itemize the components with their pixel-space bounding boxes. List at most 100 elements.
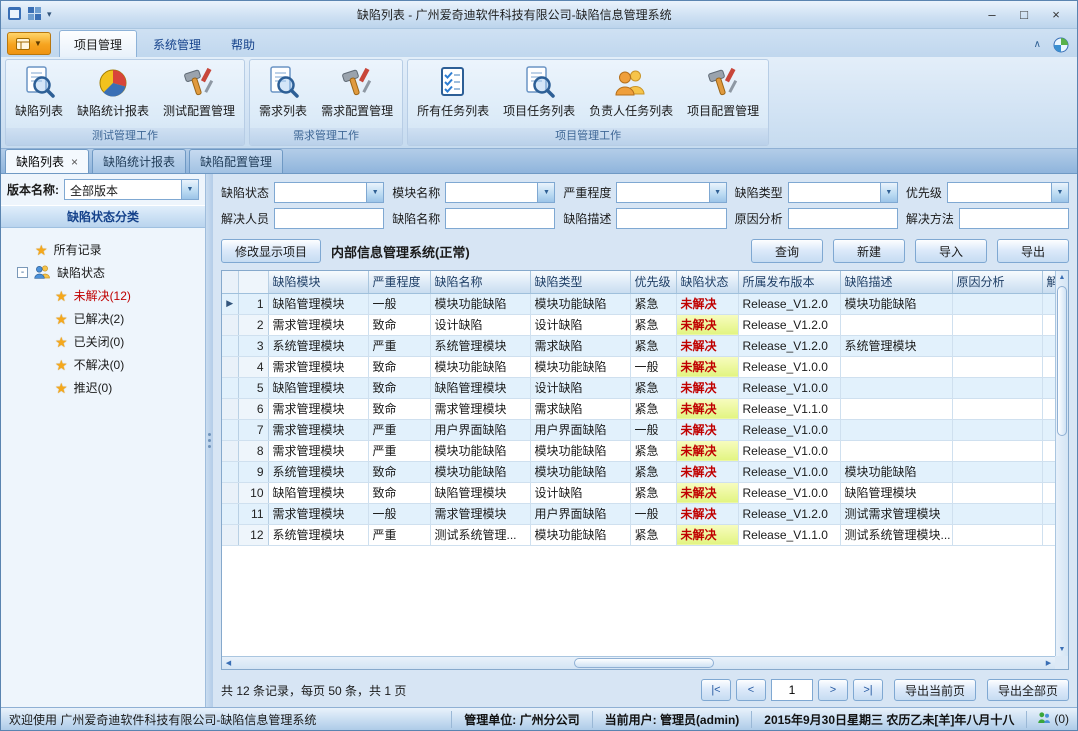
query-button[interactable]: 查询: [751, 239, 823, 263]
requirement-config-management-button[interactable]: 需求配置管理: [315, 62, 399, 128]
cell-priority[interactable]: 紧急: [630, 461, 676, 482]
cell-type[interactable]: 用户界面缺陷: [530, 503, 630, 524]
cell-type[interactable]: 模块功能缺陷: [530, 356, 630, 377]
cell-cause[interactable]: [952, 503, 1042, 524]
cell-cause[interactable]: [952, 314, 1042, 335]
test-config-management-button[interactable]: 测试配置管理: [157, 62, 241, 128]
cell-severity[interactable]: 致命: [368, 482, 430, 503]
cell-status[interactable]: 未解决: [676, 293, 738, 314]
import-button[interactable]: 导入: [915, 239, 987, 263]
cell-solution[interactable]: [1042, 293, 1055, 314]
cell-status[interactable]: 未解决: [676, 335, 738, 356]
cell-type[interactable]: 模块功能缺陷: [530, 293, 630, 314]
close-button[interactable]: ×: [1041, 5, 1071, 25]
ribbon-tab-system-management[interactable]: 系统管理: [139, 31, 215, 57]
cell-module[interactable]: 系统管理模块: [268, 335, 368, 356]
cell-module[interactable]: 系统管理模块: [268, 461, 368, 482]
cell-description[interactable]: [840, 440, 952, 461]
cell-name[interactable]: 设计缺陷: [430, 314, 530, 335]
table-row[interactable]: 11需求管理模块一般需求管理模块用户界面缺陷一般未解决Release_V1.2.…: [222, 503, 1055, 524]
scroll-left-icon[interactable]: ◀: [222, 657, 235, 669]
table-row[interactable]: 9系统管理模块致命模块功能缺陷模块功能缺陷紧急未解决Release_V1.0.0…: [222, 461, 1055, 482]
cell-priority[interactable]: 紧急: [630, 440, 676, 461]
cell-severity[interactable]: 致命: [368, 314, 430, 335]
defect-status-filter-select[interactable]: ▼: [274, 182, 384, 203]
cell-severity[interactable]: 严重: [368, 440, 430, 461]
table-row[interactable]: 12系统管理模块严重测试系统管理...模块功能缺陷紧急未解决Release_V1…: [222, 524, 1055, 545]
next-page-button[interactable]: >: [818, 679, 848, 701]
cell-type[interactable]: 模块功能缺陷: [530, 440, 630, 461]
cell-solution[interactable]: [1042, 377, 1055, 398]
chevron-down-icon[interactable]: ▼: [537, 183, 554, 202]
cell-type[interactable]: 设计缺陷: [530, 377, 630, 398]
chevron-down-icon[interactable]: ▼: [1051, 183, 1068, 202]
cell-severity[interactable]: 致命: [368, 398, 430, 419]
cell-cause[interactable]: [952, 356, 1042, 377]
prev-page-button[interactable]: <: [736, 679, 766, 701]
table-row[interactable]: 7需求管理模块严重用户界面缺陷用户界面缺陷一般未解决Release_V1.0.0: [222, 419, 1055, 440]
column-header-status[interactable]: 缺陷状态: [676, 271, 738, 293]
cell-status[interactable]: 未解决: [676, 461, 738, 482]
cell-description[interactable]: [840, 419, 952, 440]
cell-priority[interactable]: 一般: [630, 356, 676, 377]
cell-priority[interactable]: 一般: [630, 503, 676, 524]
cell-priority[interactable]: 紧急: [630, 398, 676, 419]
cell-solution[interactable]: [1042, 440, 1055, 461]
last-page-button[interactable]: >|: [853, 679, 883, 701]
cell-release[interactable]: Release_V1.2.0: [738, 335, 840, 356]
tree-item-resolved[interactable]: ★ 已解决(2): [5, 307, 201, 330]
column-header-module[interactable]: 缺陷模块: [268, 271, 368, 293]
cell-release[interactable]: Release_V1.0.0: [738, 440, 840, 461]
cell-description[interactable]: [840, 377, 952, 398]
version-select[interactable]: 全部版本 ▼: [64, 179, 199, 200]
refresh-globe-icon[interactable]: [1053, 37, 1069, 53]
cell-severity[interactable]: 致命: [368, 461, 430, 482]
cell-cause[interactable]: [952, 482, 1042, 503]
cell-solution[interactable]: [1042, 356, 1055, 377]
cell-status[interactable]: 未解决: [676, 314, 738, 335]
tree-item-defect-status[interactable]: - 缺陷状态: [5, 261, 201, 284]
table-row[interactable]: ▶1缺陷管理模块一般模块功能缺陷模块功能缺陷紧急未解决Release_V1.2.…: [222, 293, 1055, 314]
cell-release[interactable]: Release_V1.2.0: [738, 503, 840, 524]
table-row[interactable]: 4需求管理模块致命模块功能缺陷模块功能缺陷一般未解决Release_V1.0.0: [222, 356, 1055, 377]
cell-severity[interactable]: 严重: [368, 419, 430, 440]
cell-release[interactable]: Release_V1.2.0: [738, 314, 840, 335]
tree-item-unresolved[interactable]: ★ 未解决(12): [5, 284, 201, 307]
cell-severity[interactable]: 严重: [368, 335, 430, 356]
doc-tab-defect-statistics[interactable]: 缺陷统计报表: [92, 149, 186, 173]
cell-cause[interactable]: [952, 335, 1042, 356]
cell-module[interactable]: 缺陷管理模块: [268, 377, 368, 398]
cell-solution[interactable]: [1042, 503, 1055, 524]
cell-release[interactable]: Release_V1.0.0: [738, 461, 840, 482]
tree-item-closed[interactable]: ★ 已关闭(0): [5, 330, 201, 353]
table-row[interactable]: 3系统管理模块严重系统管理模块需求缺陷紧急未解决Release_V1.2.0系统…: [222, 335, 1055, 356]
cell-priority[interactable]: 一般: [630, 419, 676, 440]
cell-cause[interactable]: [952, 524, 1042, 545]
table-row[interactable]: 5缺陷管理模块致命缺陷管理模块设计缺陷紧急未解决Release_V1.0.0: [222, 377, 1055, 398]
cell-module[interactable]: 需求管理模块: [268, 419, 368, 440]
project-tasks-list-button[interactable]: 项目任务列表: [497, 62, 581, 128]
module-name-filter-select[interactable]: ▼: [445, 182, 555, 203]
cell-module[interactable]: 需求管理模块: [268, 314, 368, 335]
sidebar-splitter[interactable]: [206, 174, 213, 707]
chevron-down-icon[interactable]: ▼: [181, 180, 198, 199]
defect-statistics-report-button[interactable]: 缺陷统计报表: [71, 62, 155, 128]
maximize-button[interactable]: □: [1009, 5, 1039, 25]
tree-item-wont-fix[interactable]: ★ 不解决(0): [5, 353, 201, 376]
export-all-pages-button[interactable]: 导出全部页: [987, 679, 1069, 701]
requirement-list-button[interactable]: 需求列表: [253, 62, 313, 128]
column-header-solution[interactable]: 解决: [1042, 271, 1055, 293]
cell-priority[interactable]: 紧急: [630, 482, 676, 503]
cell-description[interactable]: 测试系统管理模块...: [840, 524, 952, 545]
cell-description[interactable]: 模块功能缺陷: [840, 461, 952, 482]
cell-type[interactable]: 需求缺陷: [530, 335, 630, 356]
app-window-icon[interactable]: [7, 6, 22, 24]
scroll-down-icon[interactable]: ▼: [1056, 643, 1068, 656]
cell-name[interactable]: 模块功能缺陷: [430, 356, 530, 377]
ribbon-tab-help[interactable]: 帮助: [217, 31, 269, 57]
cell-solution[interactable]: [1042, 524, 1055, 545]
cell-type[interactable]: 模块功能缺陷: [530, 524, 630, 545]
table-row[interactable]: 2需求管理模块致命设计缺陷设计缺陷紧急未解决Release_V1.2.0: [222, 314, 1055, 335]
cell-name[interactable]: 模块功能缺陷: [430, 440, 530, 461]
doc-tab-defect-list[interactable]: 缺陷列表 ×: [5, 149, 89, 173]
